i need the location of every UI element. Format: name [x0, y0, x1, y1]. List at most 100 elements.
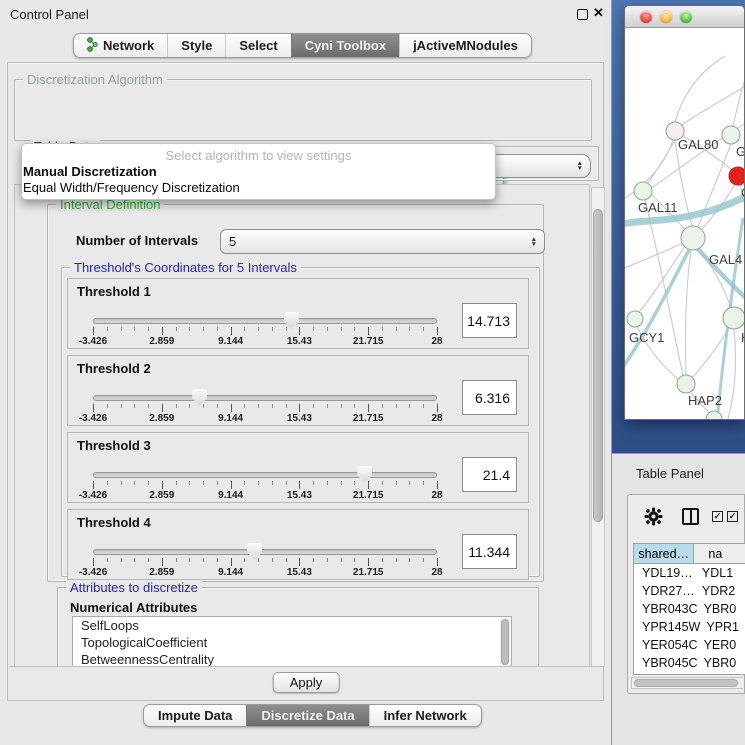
network-node-hap2[interactable] [677, 375, 695, 393]
algorithm-option-manual[interactable]: Manual Discretization [22, 163, 495, 179]
slider-scale-label: 9.144 [218, 490, 243, 501]
attribute-list-item[interactable]: SelfLoops [73, 617, 511, 634]
network-canvas[interactable]: GAL80GAL3CGAL11GAL4GCY1HHAP2 [625, 28, 745, 420]
table-horizontal-scrollbar[interactable] [631, 677, 743, 689]
minimize-traffic-light-icon[interactable] [660, 11, 672, 23]
tab-style[interactable]: Style [167, 34, 225, 57]
split-columns-icon[interactable] [682, 508, 699, 525]
zoom-traffic-light-icon[interactable] [680, 11, 692, 23]
network-node-gal11[interactable] [634, 182, 652, 200]
table-panel-title: Table Panel [636, 466, 704, 481]
number-of-intervals-spinner[interactable]: 5 ▲▼ [220, 229, 545, 254]
threshold-slider[interactable]: -3.4262.8599.14415.4321.71528 [68, 279, 528, 348]
network-view-window: GAL80GAL3CGAL11GAL4GCY1HHAP2 [624, 5, 745, 420]
network-node-label: GAL4 [709, 252, 742, 267]
tab-discretize-data[interactable]: Discretize Data [246, 705, 368, 726]
tab-network[interactable]: Network [74, 34, 167, 57]
slider-scale-label: -3.426 [79, 413, 107, 424]
network-window-titlebar[interactable] [625, 6, 744, 28]
table-row[interactable]: YER054CYER0 [634, 636, 745, 654]
network-node-label: H [741, 330, 745, 345]
thresholds-group: Threshold's Coordinates for 5 Intervals … [61, 267, 540, 577]
table-cell[interactable]: YDL1 [696, 564, 745, 582]
table-row[interactable]: YBR043CYBR0 [634, 600, 745, 618]
slider-scale-label: 2.859 [149, 490, 174, 501]
main-scrollbar[interactable] [591, 187, 605, 667]
table-row[interactable]: YDL19…YDL1 [634, 564, 745, 582]
attribute-list-item[interactable]: TopologicalCoefficient [73, 634, 511, 651]
slider-ticks [93, 404, 437, 413]
table-cell[interactable]: YDL19… [634, 564, 696, 582]
numerical-attributes-list[interactable]: SelfLoopsTopologicalCoefficientBetweenne… [72, 616, 512, 667]
tab-infer-network[interactable]: Infer Network [369, 705, 481, 726]
combo-stepper-icon: ▲▼ [577, 161, 583, 171]
slider-track[interactable] [93, 318, 437, 324]
table-row[interactable]: YPR145WYPR1 [634, 618, 745, 636]
table-cell[interactable]: YBR045C [634, 654, 698, 672]
table-cell[interactable]: YDR2 [696, 582, 745, 600]
tab-jactivemnodules[interactable]: jActiveMNodules [399, 34, 531, 57]
close-icon[interactable]: ✕ [593, 5, 604, 21]
gear-icon[interactable] [644, 507, 663, 531]
column-header-shared-name[interactable]: shared… [634, 544, 694, 563]
attributes-list-scrollbar[interactable] [500, 618, 510, 667]
threshold-slider[interactable]: -3.4262.8599.14415.4321.71528 [68, 433, 528, 502]
network-node-gcy1[interactable] [627, 311, 643, 327]
table-hscrollbar-thumb[interactable] [634, 679, 738, 687]
slider-track[interactable] [93, 395, 437, 401]
network-node[interactable] [706, 411, 722, 420]
table-cell[interactable]: YBR0 [698, 600, 745, 618]
slider-scale-labels: -3.4262.8599.14415.4321.71528 [93, 490, 437, 502]
slider-scale-label: 15.43 [287, 413, 312, 424]
threshold-value-field[interactable]: 11.344 [462, 534, 517, 569]
column-header-name[interactable]: na [694, 544, 745, 563]
checkbox-icon[interactable]: ✓ [712, 511, 723, 522]
close-traffic-light-icon[interactable] [640, 11, 652, 23]
tab-cyni-toolbox[interactable]: Cyni Toolbox [291, 34, 399, 57]
control-panel-window: Control Panel ✕ Network Style Select Cyn… [0, 0, 612, 745]
slider-track[interactable] [93, 549, 437, 555]
table-cell[interactable]: YBR0 [698, 654, 745, 672]
table-cell[interactable]: YPR145W [634, 618, 700, 636]
table-toolbar: ✓ ✓ [628, 495, 744, 537]
table-cell[interactable]: YDR27… [634, 582, 696, 600]
threshold-slider[interactable]: -3.4262.8599.14415.4321.71528 [68, 510, 528, 579]
node-attribute-table[interactable]: shared… na YDL19…YDL1YDR27…YDR2YBR043CYB… [633, 543, 745, 675]
cyni-toolbox-content: Discretization Algorithm ▲▼ Select algor… [7, 62, 604, 701]
table-row[interactable]: YDR27…YDR2 [634, 582, 745, 600]
table-cell[interactable]: YPR1 [700, 618, 745, 636]
tab-impute-data[interactable]: Impute Data [144, 705, 246, 726]
slider-scale-label: 9.144 [218, 413, 243, 424]
network-node-gal4[interactable] [681, 226, 705, 250]
threshold-value-field[interactable]: 6.316 [462, 380, 517, 415]
table-cell[interactable]: YER0 [698, 636, 745, 654]
threshold-value-field[interactable]: 21.4 [462, 457, 517, 492]
tab-select[interactable]: Select [225, 34, 290, 57]
threshold-slider[interactable]: -3.4262.8599.14415.4321.71528 [68, 356, 528, 425]
slider-scale-label: 21.715 [353, 413, 384, 424]
network-node[interactable] [729, 167, 745, 185]
network-node-gal3[interactable] [722, 126, 740, 144]
attributes-scrollbar-thumb[interactable] [501, 619, 509, 665]
attribute-list-item[interactable]: BetweennessCentrality [73, 651, 511, 667]
apply-button[interactable]: Apply [273, 672, 340, 693]
table-row[interactable]: YBR045CYBR0 [634, 654, 745, 672]
table-cell[interactable]: YBL079W [634, 672, 698, 675]
table-cell[interactable]: YBR043C [634, 600, 698, 618]
main-scrollbar-thumb[interactable] [593, 209, 603, 522]
slider-ticks [93, 481, 437, 490]
numerical-attributes-label: Numerical Attributes [70, 600, 197, 615]
threshold-row: Threshold 4 -3.4262.8599.14415.4321.7152… [67, 509, 529, 580]
threshold-row: Threshold 3 -3.4262.8599.14415.4321.7152… [67, 432, 529, 503]
algorithm-option-equal-width[interactable]: Equal Width/Frequency Discretization [22, 179, 495, 195]
network-node-h[interactable] [723, 307, 745, 329]
float-window-icon[interactable] [577, 9, 588, 20]
table-cell[interactable]: YBL0 [698, 672, 745, 675]
threshold-value-field[interactable]: 14.713 [462, 303, 517, 338]
table-cell[interactable]: YER054C [634, 636, 698, 654]
table-row[interactable]: YBL079WYBL0 [634, 672, 745, 675]
slider-scale-label: -3.426 [79, 490, 107, 501]
checkbox-icon[interactable]: ✓ [727, 511, 738, 522]
slider-track[interactable] [93, 472, 437, 478]
slider-ticks [93, 558, 437, 567]
